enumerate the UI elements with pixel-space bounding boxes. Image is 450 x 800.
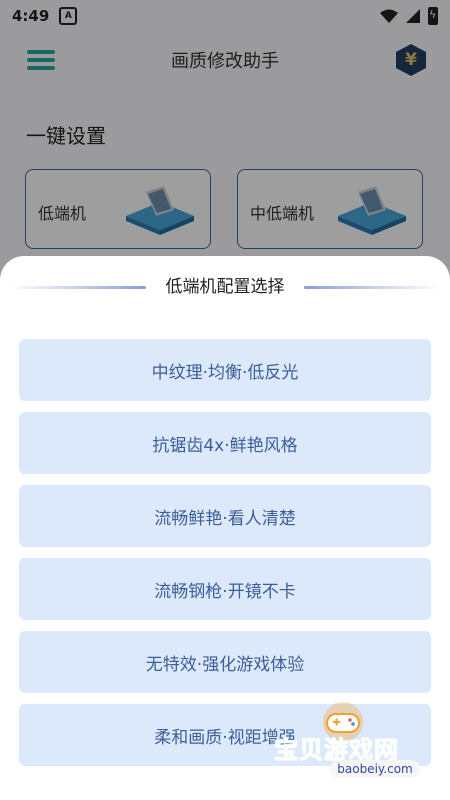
watermark: 宝贝游戏网 baobeiy.com: [270, 700, 430, 792]
option-button[interactable]: 无特效·强化游戏体验: [19, 631, 431, 693]
option-button[interactable]: 流畅鲜艳·看人清楚: [19, 485, 431, 547]
watermark-url: baobeiy.com: [330, 760, 420, 778]
option-button[interactable]: 流畅钢枪·开镜不卡: [19, 558, 431, 620]
option-button[interactable]: 中纹理·均衡·低反光: [19, 339, 431, 401]
option-button[interactable]: 抗锯齿4x·鲜艳风格: [19, 412, 431, 474]
title-decor-line-right: [304, 286, 440, 289]
sheet-title-row: 低端机配置选择: [0, 274, 450, 300]
